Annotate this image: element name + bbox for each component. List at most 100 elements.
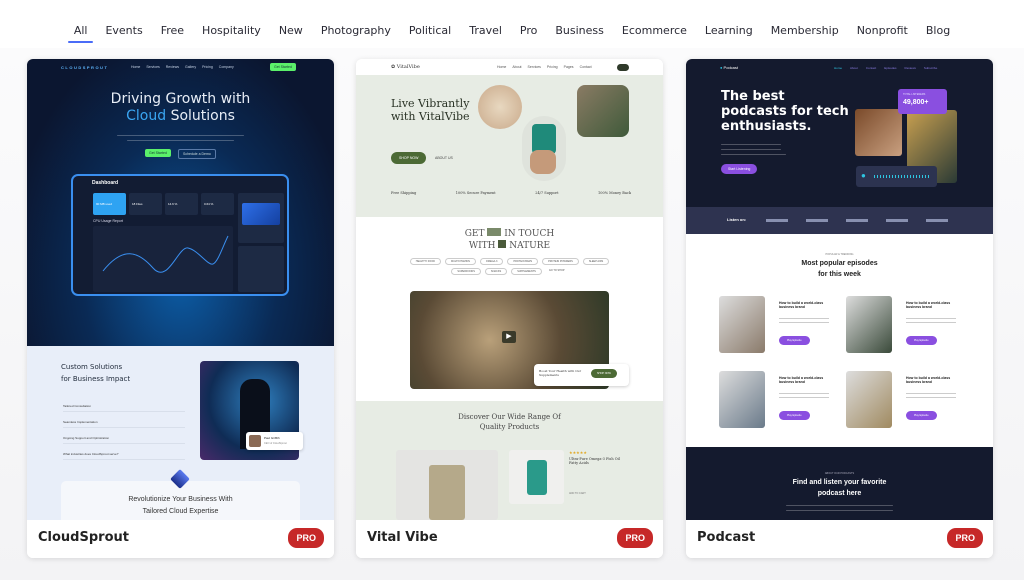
tab-ecommerce[interactable]: Ecommerce [613,22,696,46]
feature-item: 100% Money Back [598,191,631,195]
chip: PROTEIN POWDERS [542,258,579,265]
chip: SNACKS [484,268,508,275]
accordion-item: What industries does CloudSprout serve? [63,452,185,460]
nav-link: About [850,66,858,70]
card-footer: Vital Vibe PRO [356,520,663,558]
episode-item: How to build a world-class business bran… [719,371,839,428]
episode-photo [719,371,765,428]
pro-badge: PRO [288,528,324,548]
waveform [874,175,929,178]
nav-link: Home [834,66,843,70]
episode-photo [719,296,765,353]
host-photo [855,109,902,156]
episodes-heading-2: for this week [818,271,861,278]
heading-part: NATURE [509,241,551,251]
tab-events[interactable]: Events [96,22,151,46]
nav-link: About [512,65,522,69]
feature-item: 24/7 Support [535,191,559,195]
template-preview[interactable]: ● Podcast Home About Contact Episodes Review… [686,59,993,520]
about-eyebrow: ABOUT OUR PODCASTS [824,472,855,475]
footer-heading-2: podcast here [817,490,862,497]
rating-stars: ★★★★★ [569,450,587,455]
features-row: Free Shipping 100% Secure Payment 24/7 Sup… [391,191,631,195]
tab-hospitality[interactable]: Hospitality [193,22,270,46]
tab-new[interactable]: New [270,22,312,46]
episode-title: How to build a world-class business bran… [906,301,951,309]
stat: 14.6 % [168,202,178,206]
tab-membership[interactable]: Membership [762,22,848,46]
tab-photography[interactable]: Photography [312,22,400,46]
accordion-item: Seamless Implementation [63,420,185,428]
nav-link: Home [497,65,507,69]
listeners-badge: TOTAL LISTENERS 49,800+ [898,89,947,114]
accordion: Tailored Consultation Seamless Implement… [63,404,185,460]
products-heading: Discover Our Wide Range Of [458,413,561,421]
go-to-shop-link: GO TO SHOP [548,269,565,272]
template-card-podcast[interactable]: ● Podcast Home About Contact Episodes Review… [686,59,993,558]
heading-rest: Solutions [170,108,235,124]
accordion-item: Tailored Consultation [63,404,185,412]
tab-pro[interactable]: Pro [511,22,546,46]
hero-heading-2: with VitalVibe [391,110,470,123]
nav-link: Services [527,65,541,69]
preview-nav: Home About Contact Episodes Reviews Subscribe [834,66,937,70]
about-us-link: ABOUT US [435,156,453,160]
tab-all[interactable]: All [65,22,97,46]
card-footer: CloudSprout PRO [27,520,334,558]
template-preview[interactable]: CLOUDSPROUT Home Services Reviews Gallery Pr… [27,59,334,520]
product-photo [522,116,566,181]
card-title[interactable]: Vital Vibe [367,530,438,545]
tab-blog[interactable]: Blog [917,22,959,46]
banner-heading: Revolutionize Your Business With [128,496,233,503]
hero-heading-3: enthusiasts. [721,119,812,134]
dashboard-title: Dashboard [92,180,119,186]
person-role: CEO of CloudSprout [264,442,287,445]
product-image [509,450,564,504]
stat: 90 MB used [96,202,113,206]
template-card-cloudsprout[interactable]: CLOUDSPROUT Home Services Reviews Gallery Pr… [27,59,334,558]
nav-link: Home [131,65,141,69]
card-title[interactable]: Podcast [697,530,755,545]
listen-on-bar: Listen on: [686,207,993,234]
pro-badge: PRO [947,528,983,548]
play-episode-button: Play Episode [779,411,810,420]
tab-business[interactable]: Business [546,22,613,46]
nav-link: Pricing [202,65,213,69]
preview-nav: Home Services Reviews Gallery Pricing Company [131,65,234,69]
template-card-vital-vibe[interactable]: ✿ VitalVibe Home About Services Pricing Page… [356,59,663,558]
platform-logos [766,219,951,222]
chip: SLEEP AIDS [582,258,610,265]
episode-title: How to build a world-class business bran… [779,376,824,384]
card-footer: Podcast PRO [686,520,993,558]
person-name: Paul Griffith [264,436,280,440]
tab-nonprofit[interactable]: Nonprofit [848,22,917,46]
card-title[interactable]: CloudSprout [38,530,129,545]
cta-text: Boost Your Health with Our Supplements [539,369,582,377]
episode-photo [846,371,892,428]
footer-heading: Find and listen your favorite [792,479,887,486]
play-episode-button: Play Episode [906,336,937,345]
nav-link: Contact [579,65,592,69]
play-icon: ● [861,171,866,180]
logo: ● Podcast [720,65,738,70]
dashboard-mockup: Dashboard 90 MB used 18 Files 14.6 % 0.6… [71,174,289,296]
pro-badge: PRO [617,528,653,548]
products-heading-2: Quality Products [479,423,540,431]
tab-travel[interactable]: Travel [460,22,511,46]
audio-player: ● [856,166,937,187]
listeners-value: 49,800+ [903,99,929,106]
nav-link: Services [146,65,160,69]
nav-link: Pages [563,65,574,69]
logo: ✿ VitalVibe [391,64,420,70]
logo-text: Podcast [723,65,738,70]
tab-learning[interactable]: Learning [696,22,762,46]
chip: HEALTHY FOOD [409,258,441,265]
tab-political[interactable]: Political [400,22,460,46]
heading-part: IN TOUCH [504,229,555,239]
tab-free[interactable]: Free [152,22,193,46]
hero-heading-2: podcasts for tech [721,104,849,119]
stat: 18 Files [132,202,143,206]
play-episode-button: Play Episode [779,336,810,345]
nav-link: Pricing [546,65,558,69]
template-preview[interactable]: ✿ VitalVibe Home About Services Pricing Page… [356,59,663,520]
